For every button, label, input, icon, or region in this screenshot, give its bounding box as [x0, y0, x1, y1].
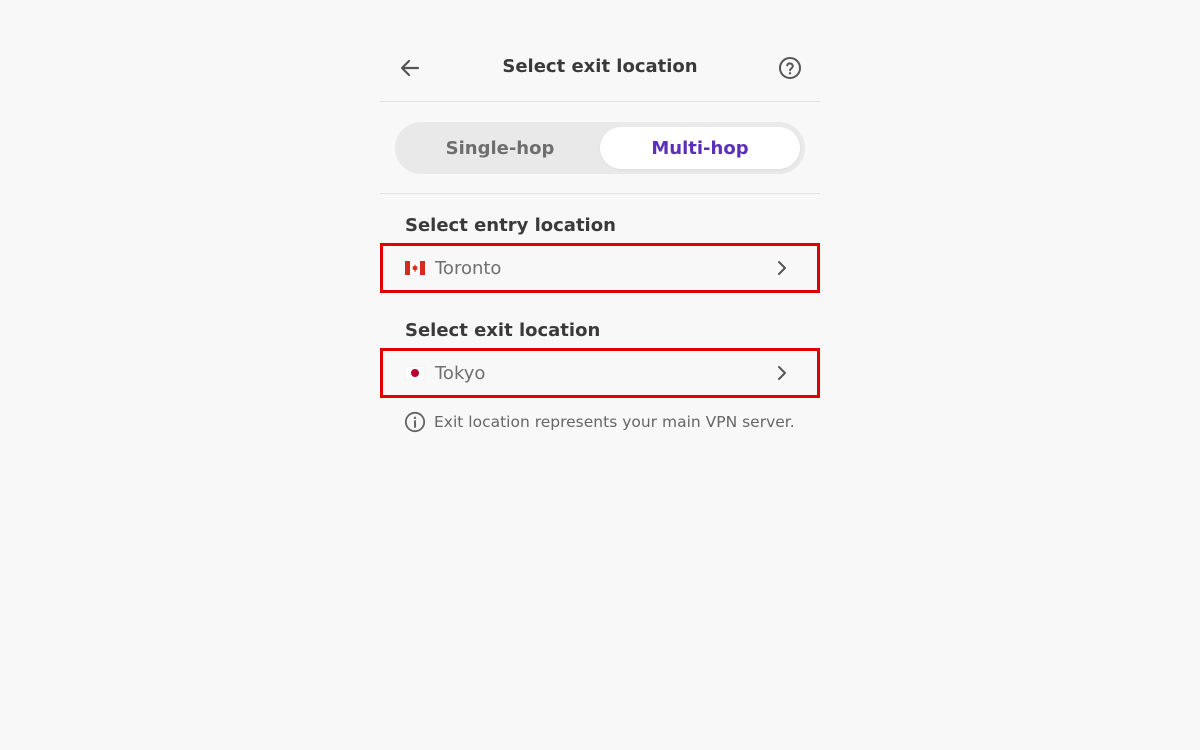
- entry-location-name: Toronto: [435, 257, 502, 279]
- question-circle-icon: [779, 57, 801, 79]
- header: Select exit location: [380, 40, 820, 102]
- hop-mode-tabs-section: Single-hop Multi-hop: [380, 102, 820, 194]
- exit-location-selector[interactable]: Tokyo: [380, 348, 820, 398]
- page-title: Select exit location: [502, 56, 698, 77]
- tab-multi-hop[interactable]: Multi-hop: [600, 127, 800, 169]
- entry-location-label: Select entry location: [405, 215, 616, 236]
- exit-location-name: Tokyo: [435, 362, 486, 384]
- exit-location-panel: Select exit location Single-hop Multi-ho…: [380, 40, 820, 434]
- entry-location-selector[interactable]: Toronto: [380, 243, 820, 293]
- hop-mode-toggle: Single-hop Multi-hop: [395, 122, 805, 174]
- chevron-right-icon: [775, 259, 789, 277]
- info-circle-icon: [404, 411, 426, 433]
- tab-single-hop[interactable]: Single-hop: [400, 127, 600, 169]
- exit-location-note: Exit location represents your main VPN s…: [380, 410, 820, 434]
- exit-location-label: Select exit location: [405, 320, 601, 341]
- note-text: Exit location represents your main VPN s…: [434, 413, 795, 431]
- help-button[interactable]: [776, 54, 804, 82]
- japan-flag-icon: [405, 366, 425, 380]
- chevron-right-icon: [775, 364, 789, 382]
- canada-flag-icon: [405, 261, 425, 275]
